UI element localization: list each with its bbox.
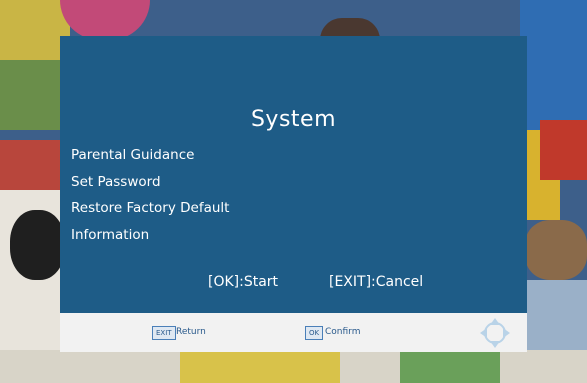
return-label: Return xyxy=(176,327,206,337)
background-toy-spot xyxy=(10,210,65,280)
background-shape xyxy=(540,120,587,180)
background-shape xyxy=(180,352,340,383)
navigation-arrows-icon xyxy=(480,318,510,348)
ok-key-icon: OK xyxy=(305,326,324,340)
menu-item-information[interactable]: Information xyxy=(71,224,229,251)
background-toy xyxy=(525,220,587,280)
ok-start-hint[interactable]: [OK]:Start xyxy=(208,274,278,290)
background-shape xyxy=(400,352,500,383)
menu-item-parental-guidance[interactable]: Parental Guidance xyxy=(71,144,229,171)
exit-cancel-hint[interactable]: [EXIT]:Cancel xyxy=(329,274,423,290)
help-bar: EXIT Return OK Confirm xyxy=(60,313,527,352)
background-shape xyxy=(0,60,60,130)
dialog-title: System xyxy=(250,107,337,132)
system-menu-dialog: System Parental Guidance Set Password Re… xyxy=(60,36,527,352)
system-menu-list: Parental Guidance Set Password Restore F… xyxy=(71,144,229,250)
background-shape xyxy=(520,0,587,140)
confirm-label: Confirm xyxy=(325,327,361,337)
menu-item-set-password[interactable]: Set Password xyxy=(71,171,229,198)
exit-key-icon: EXIT xyxy=(152,326,176,340)
menu-item-restore-factory-default[interactable]: Restore Factory Default xyxy=(71,197,229,224)
